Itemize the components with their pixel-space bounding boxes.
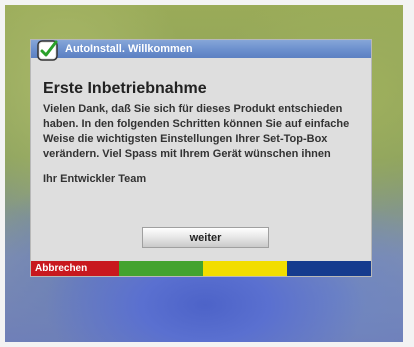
check-icon [37,40,58,61]
yellow-key[interactable] [203,261,287,276]
tv-screen: AutoInstall. Willkommen Erste Inbetriebn… [5,5,403,342]
signature-text: Ihr Entwickler Team [43,173,147,185]
next-button[interactable]: weiter [142,227,269,248]
welcome-message: Vielen Dank, daß Sie sich für dieses Pro… [43,103,350,160]
welcome-dialog: AutoInstall. Willkommen Erste Inbetriebn… [31,40,371,276]
blue-key[interactable] [287,261,371,276]
dialog-title: AutoInstall. Willkommen [65,43,193,55]
dialog-titlebar: AutoInstall. Willkommen [31,40,371,58]
page-title: Erste Inbetriebnahme [43,80,207,97]
red-key-cancel[interactable]: Abbrechen [31,261,119,276]
green-key[interactable] [119,261,203,276]
color-key-bar: Abbrechen [31,261,371,276]
